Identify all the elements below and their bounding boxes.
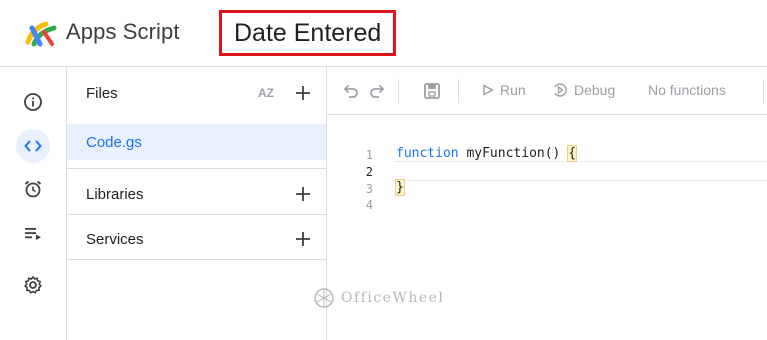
apps-script-logo-icon[interactable] xyxy=(24,20,60,48)
debug-icon xyxy=(554,83,567,97)
add-service-icon[interactable] xyxy=(293,229,313,249)
libraries-heading: Libraries xyxy=(86,185,144,203)
line-number: 4 xyxy=(365,198,373,212)
rail-editor-button[interactable] xyxy=(16,129,50,163)
save-icon[interactable] xyxy=(422,81,442,101)
divider xyxy=(67,168,326,169)
watermark-text: OfficeWheel xyxy=(341,290,445,306)
current-line-highlight xyxy=(394,161,767,181)
left-navigation-rail xyxy=(0,67,67,340)
play-icon xyxy=(483,84,494,96)
line-number: 3 xyxy=(365,182,373,196)
toolbar-separator xyxy=(458,79,459,103)
executions-icon xyxy=(25,228,41,240)
alarm-clock-icon xyxy=(24,180,42,198)
rail-overview-button[interactable] xyxy=(17,86,49,118)
project-title[interactable]: Date Entered xyxy=(219,10,397,56)
debug-button[interactable]: Debug xyxy=(552,82,615,98)
code-open-brace: { xyxy=(567,145,578,162)
undo-icon[interactable] xyxy=(341,81,361,101)
app-name: Apps Script xyxy=(66,19,180,44)
file-item[interactable]: Code.gs xyxy=(67,124,326,160)
line-number: 2 xyxy=(365,165,373,179)
editor-toolbar: Run Debug No functions xyxy=(327,67,767,115)
sort-az-icon: AZ xyxy=(258,86,274,100)
rail-executions-button[interactable] xyxy=(17,217,49,249)
line-number: 1 xyxy=(365,148,373,162)
toolbar-separator xyxy=(763,79,764,103)
divider xyxy=(67,214,326,215)
toolbar-separator xyxy=(398,79,399,103)
watermark: OfficeWheel xyxy=(313,287,444,309)
file-name: Code.gs xyxy=(86,133,142,151)
top-bar: Apps Script Date Entered xyxy=(0,0,767,67)
code-icon xyxy=(24,140,42,152)
info-icon xyxy=(24,93,42,111)
services-section: Services xyxy=(67,221,326,257)
services-heading: Services xyxy=(86,230,144,248)
sort-files-button[interactable]: AZ xyxy=(258,87,274,99)
run-button[interactable]: Run xyxy=(482,82,526,98)
function-select[interactable]: No functions xyxy=(648,82,726,98)
libraries-section: Libraries xyxy=(67,176,326,212)
code-line-3: } xyxy=(395,179,405,196)
debug-label: Debug xyxy=(574,82,616,98)
add-file-icon[interactable] xyxy=(293,83,313,103)
add-library-icon[interactable] xyxy=(293,184,313,204)
rail-triggers-button[interactable] xyxy=(17,173,49,205)
run-label: Run xyxy=(500,82,526,98)
files-panel: Files AZ Code.gs Libraries Services xyxy=(67,67,327,340)
watermark-logo-icon xyxy=(314,288,334,308)
files-header: Files AZ xyxy=(67,75,326,111)
code-keyword: function xyxy=(396,146,459,161)
gear-icon xyxy=(24,276,42,294)
code-line-1: function myFunction() { xyxy=(396,145,578,162)
divider xyxy=(67,259,326,260)
redo-icon[interactable] xyxy=(367,81,387,101)
files-heading: Files xyxy=(86,84,118,102)
code-function-signature: myFunction() xyxy=(458,146,569,161)
function-select-value: No functions xyxy=(648,82,726,98)
code-close-brace: } xyxy=(395,179,405,196)
rail-settings-button[interactable] xyxy=(17,269,49,301)
